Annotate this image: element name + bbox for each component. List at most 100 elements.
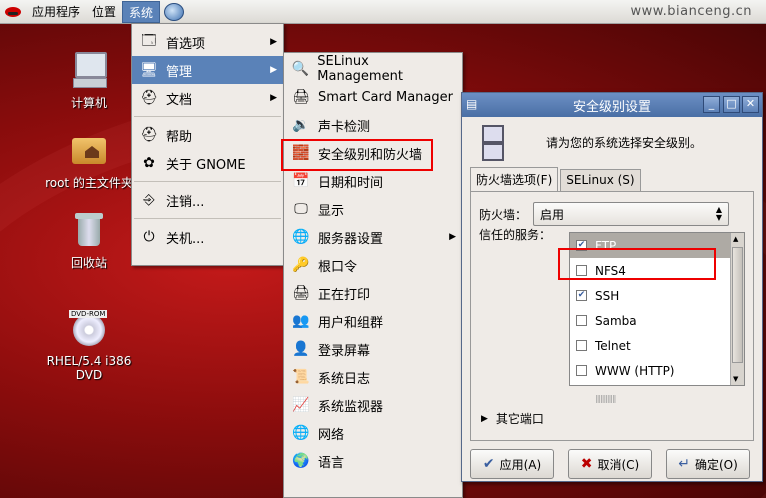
service-row-telnet[interactable]: Telnet bbox=[570, 333, 744, 358]
preferences-icon: 🗔 bbox=[141, 33, 157, 49]
menu-item-printing[interactable]: 🖨 正在打印 bbox=[284, 279, 462, 307]
submenu-arrow-icon: ▶ bbox=[449, 232, 456, 242]
menu-item-about-gnome[interactable]: ✿ 关于 GNOME bbox=[132, 149, 283, 177]
menu-item-system-log[interactable]: 📜 系统日志 bbox=[284, 363, 462, 391]
server-globe-icon: 🌐 bbox=[292, 229, 310, 245]
dvd-desktop-icon[interactable]: RHEL/5.4 i386 DVD bbox=[34, 310, 144, 382]
firewall-select[interactable]: 启用 ▲ ▼ bbox=[533, 202, 730, 226]
service-label: FTP bbox=[595, 238, 617, 253]
menu-item-preferences[interactable]: 🗔 首选项 ▶ bbox=[132, 28, 283, 56]
service-row-nfs4[interactable]: NFS4 bbox=[570, 258, 744, 283]
security-level-dialog: ▤ 安全级别设置 _ □ ✕ 请为您的系统选择安全级别。 防火墙选项(F) SE… bbox=[461, 92, 763, 482]
trash-desktop-icon[interactable]: 回收站 bbox=[34, 210, 144, 271]
menu-item-login-screen[interactable]: 👤 登录屏幕 bbox=[284, 335, 462, 363]
home-label: root 的主文件夹 bbox=[45, 176, 133, 190]
menu-label: 首选项 bbox=[166, 36, 206, 52]
menu-item-server-settings[interactable]: 🌐 服务器设置 ▶ bbox=[284, 223, 462, 251]
enter-arrow-icon: ↵ bbox=[678, 456, 690, 472]
service-checkbox[interactable]: ✔ bbox=[576, 240, 587, 251]
menu-item-smart-card[interactable]: 🖨 Smart Card Manager bbox=[284, 83, 462, 111]
menu-item-date-time[interactable]: 📅 日期和时间 bbox=[284, 167, 462, 195]
tab-selinux[interactable]: SELinux (S) bbox=[560, 169, 641, 191]
submenu-arrow-icon: ▶ bbox=[270, 65, 277, 75]
service-row-www-http-[interactable]: WWW (HTTP) bbox=[570, 358, 744, 383]
service-row-ssh[interactable]: ✔ SSH bbox=[570, 283, 744, 308]
service-checkbox[interactable]: ✔ bbox=[576, 290, 587, 301]
cross-icon: ✖ bbox=[580, 456, 593, 472]
maximize-button[interactable]: □ bbox=[723, 96, 740, 113]
menu-item-help[interactable]: ⛑ 帮助 bbox=[132, 121, 283, 149]
cancel-label: 取消(C) bbox=[597, 457, 640, 472]
top-panel: 应用程序 位置 系统 www.bianceng.cn bbox=[0, 0, 766, 24]
window-menu-icon[interactable]: ▤ bbox=[466, 97, 482, 113]
dialog-header: 请为您的系统选择安全级别。 bbox=[462, 117, 762, 167]
service-row-ftp[interactable]: ✔ FTP bbox=[570, 233, 744, 258]
menu-label: SELinux Management bbox=[317, 54, 403, 84]
submenu-arrow-icon: ▶ bbox=[270, 93, 277, 103]
menu-item-language[interactable]: 🌍 语言 bbox=[284, 447, 462, 475]
trusted-services-label: 信任的服务： bbox=[479, 228, 552, 242]
cancel-button[interactable]: ✖ 取消(C) bbox=[568, 449, 652, 479]
menu-item-root-password[interactable]: 🔑 根口令 bbox=[284, 251, 462, 279]
watermark: www.bianceng.cn bbox=[630, 4, 752, 19]
menu-label: 系统日志 bbox=[318, 371, 371, 387]
service-row-samba[interactable]: Samba bbox=[570, 308, 744, 333]
smart-card-icon: 🖨 bbox=[292, 89, 310, 105]
dialog-titlebar[interactable]: ▤ 安全级别设置 _ □ ✕ bbox=[462, 93, 762, 117]
menu-label: Smart Card Manager bbox=[318, 89, 453, 105]
menu-label: 正在打印 bbox=[318, 287, 371, 303]
service-checkbox[interactable] bbox=[576, 315, 587, 326]
speaker-icon: 🔉 bbox=[292, 117, 310, 133]
menu-item-security-firewall[interactable]: 🧱 安全级别和防火墙 bbox=[284, 139, 462, 167]
ok-button[interactable]: ↵ 确定(O) bbox=[666, 449, 750, 479]
menu-label: 管理 bbox=[166, 64, 193, 80]
menu-item-display[interactable]: 🖵 显示 bbox=[284, 195, 462, 223]
menu-item-shutdown[interactable]: ⏻ 关机... bbox=[132, 223, 283, 251]
key-icon: 🔑 bbox=[292, 257, 310, 273]
tab-firewall-options[interactable]: 防火墙选项(F) bbox=[470, 167, 559, 191]
menu-label: 服务器设置 bbox=[318, 231, 384, 247]
services-scrollbar[interactable]: ▲ ▼ bbox=[730, 233, 744, 385]
gnome-footprint-icon: ✿ bbox=[143, 155, 155, 171]
dialog-title: 安全级别设置 bbox=[572, 99, 651, 115]
login-screen-icon: 👤 bbox=[292, 341, 310, 357]
network-icon[interactable] bbox=[164, 2, 185, 21]
apply-label: 应用(A) bbox=[499, 457, 542, 472]
menu-item-system-monitor[interactable]: 📈 系统监视器 bbox=[284, 391, 462, 419]
scroll-down-icon[interactable]: ▼ bbox=[733, 375, 738, 383]
system-menu[interactable]: 系统 bbox=[122, 0, 161, 23]
menu-item-users-groups[interactable]: 👥 用户和组群 bbox=[284, 307, 462, 335]
menu-item-documentation[interactable]: ⛑ 文档 ▶ bbox=[132, 84, 283, 112]
menu-label: 日期和时间 bbox=[318, 175, 384, 191]
menu-item-administration[interactable]: 🖥 管理 ▶ bbox=[132, 56, 283, 84]
close-button[interactable]: ✕ bbox=[742, 96, 759, 113]
firewall-label: 防火墙： bbox=[479, 207, 528, 222]
service-checkbox[interactable] bbox=[576, 365, 587, 376]
home-folder-desktop-icon[interactable]: root 的主文件夹 bbox=[34, 130, 144, 191]
service-checkbox[interactable] bbox=[576, 340, 587, 351]
firewall-tab-panel: 防火墙： 启用 ▲ ▼ 信任的服务： ✔ FTP NFS4 ✔ SSH Samba Telne… bbox=[470, 191, 754, 441]
apply-button[interactable]: ✔ 应用(A) bbox=[470, 449, 554, 479]
scroll-up-icon[interactable]: ▲ bbox=[733, 235, 738, 243]
monitor-graph-icon: 📈 bbox=[292, 397, 310, 413]
places-menu[interactable]: 位置 bbox=[86, 1, 122, 23]
red-hat-icon[interactable] bbox=[4, 4, 22, 20]
trash-label: 回收站 bbox=[70, 256, 107, 270]
service-checkbox[interactable] bbox=[576, 265, 587, 276]
resize-grip[interactable]: |||||||||||| bbox=[595, 394, 616, 403]
menu-label: 网络 bbox=[318, 427, 345, 443]
other-ports-expander[interactable]: ▶ 其它端口 bbox=[481, 410, 544, 427]
computer-desktop-icon[interactable]: 计算机 bbox=[34, 50, 144, 111]
menu-item-selinux-management[interactable]: 🔍 SELinux Management bbox=[284, 54, 462, 84]
lifebuoy-icon: ⛑ bbox=[140, 90, 158, 106]
other-ports-label: 其它端口 bbox=[495, 412, 544, 426]
submenu-arrow-icon: ▶ bbox=[270, 37, 277, 47]
menu-item-sound-card[interactable]: 🔉 声卡检测 bbox=[284, 111, 462, 139]
menu-separator bbox=[134, 116, 281, 117]
menu-item-logout[interactable]: ⎆ 注销... bbox=[132, 186, 283, 214]
menu-item-network[interactable]: 🌐 网络 bbox=[284, 419, 462, 447]
scrollbar-thumb[interactable] bbox=[732, 247, 743, 363]
menu-label: 系统监视器 bbox=[318, 399, 384, 415]
applications-menu[interactable]: 应用程序 bbox=[26, 1, 86, 23]
minimize-button[interactable]: _ bbox=[703, 96, 720, 113]
